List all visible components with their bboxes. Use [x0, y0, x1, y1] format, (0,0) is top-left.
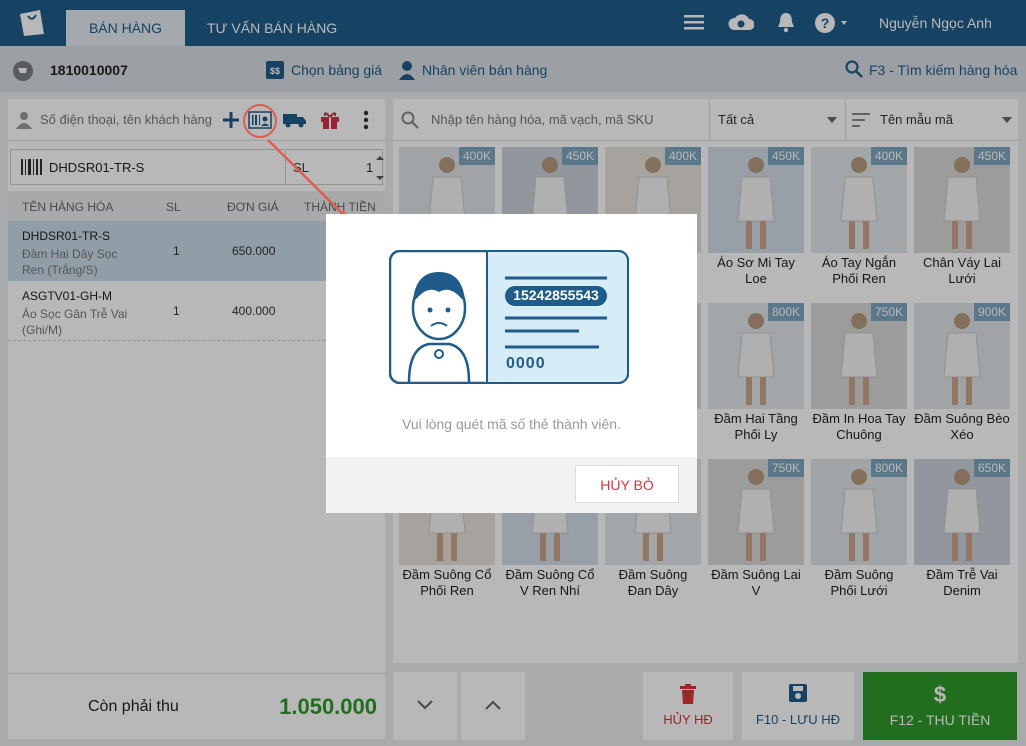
cancel-button[interactable]: HỦY BỎ [575, 465, 679, 503]
member-scan-dialog: 15242855543 0000 Vui lòng quét mã số thẻ… [326, 214, 697, 513]
scan-instruction: Vui lòng quét mã số thẻ thành viên. [402, 416, 621, 432]
highlight-ring [243, 104, 277, 138]
member-card-number: 15242855543 [513, 287, 599, 303]
member-card-pin: 0000 [506, 355, 546, 372]
dialog-footer: HỦY BỎ [326, 457, 697, 513]
